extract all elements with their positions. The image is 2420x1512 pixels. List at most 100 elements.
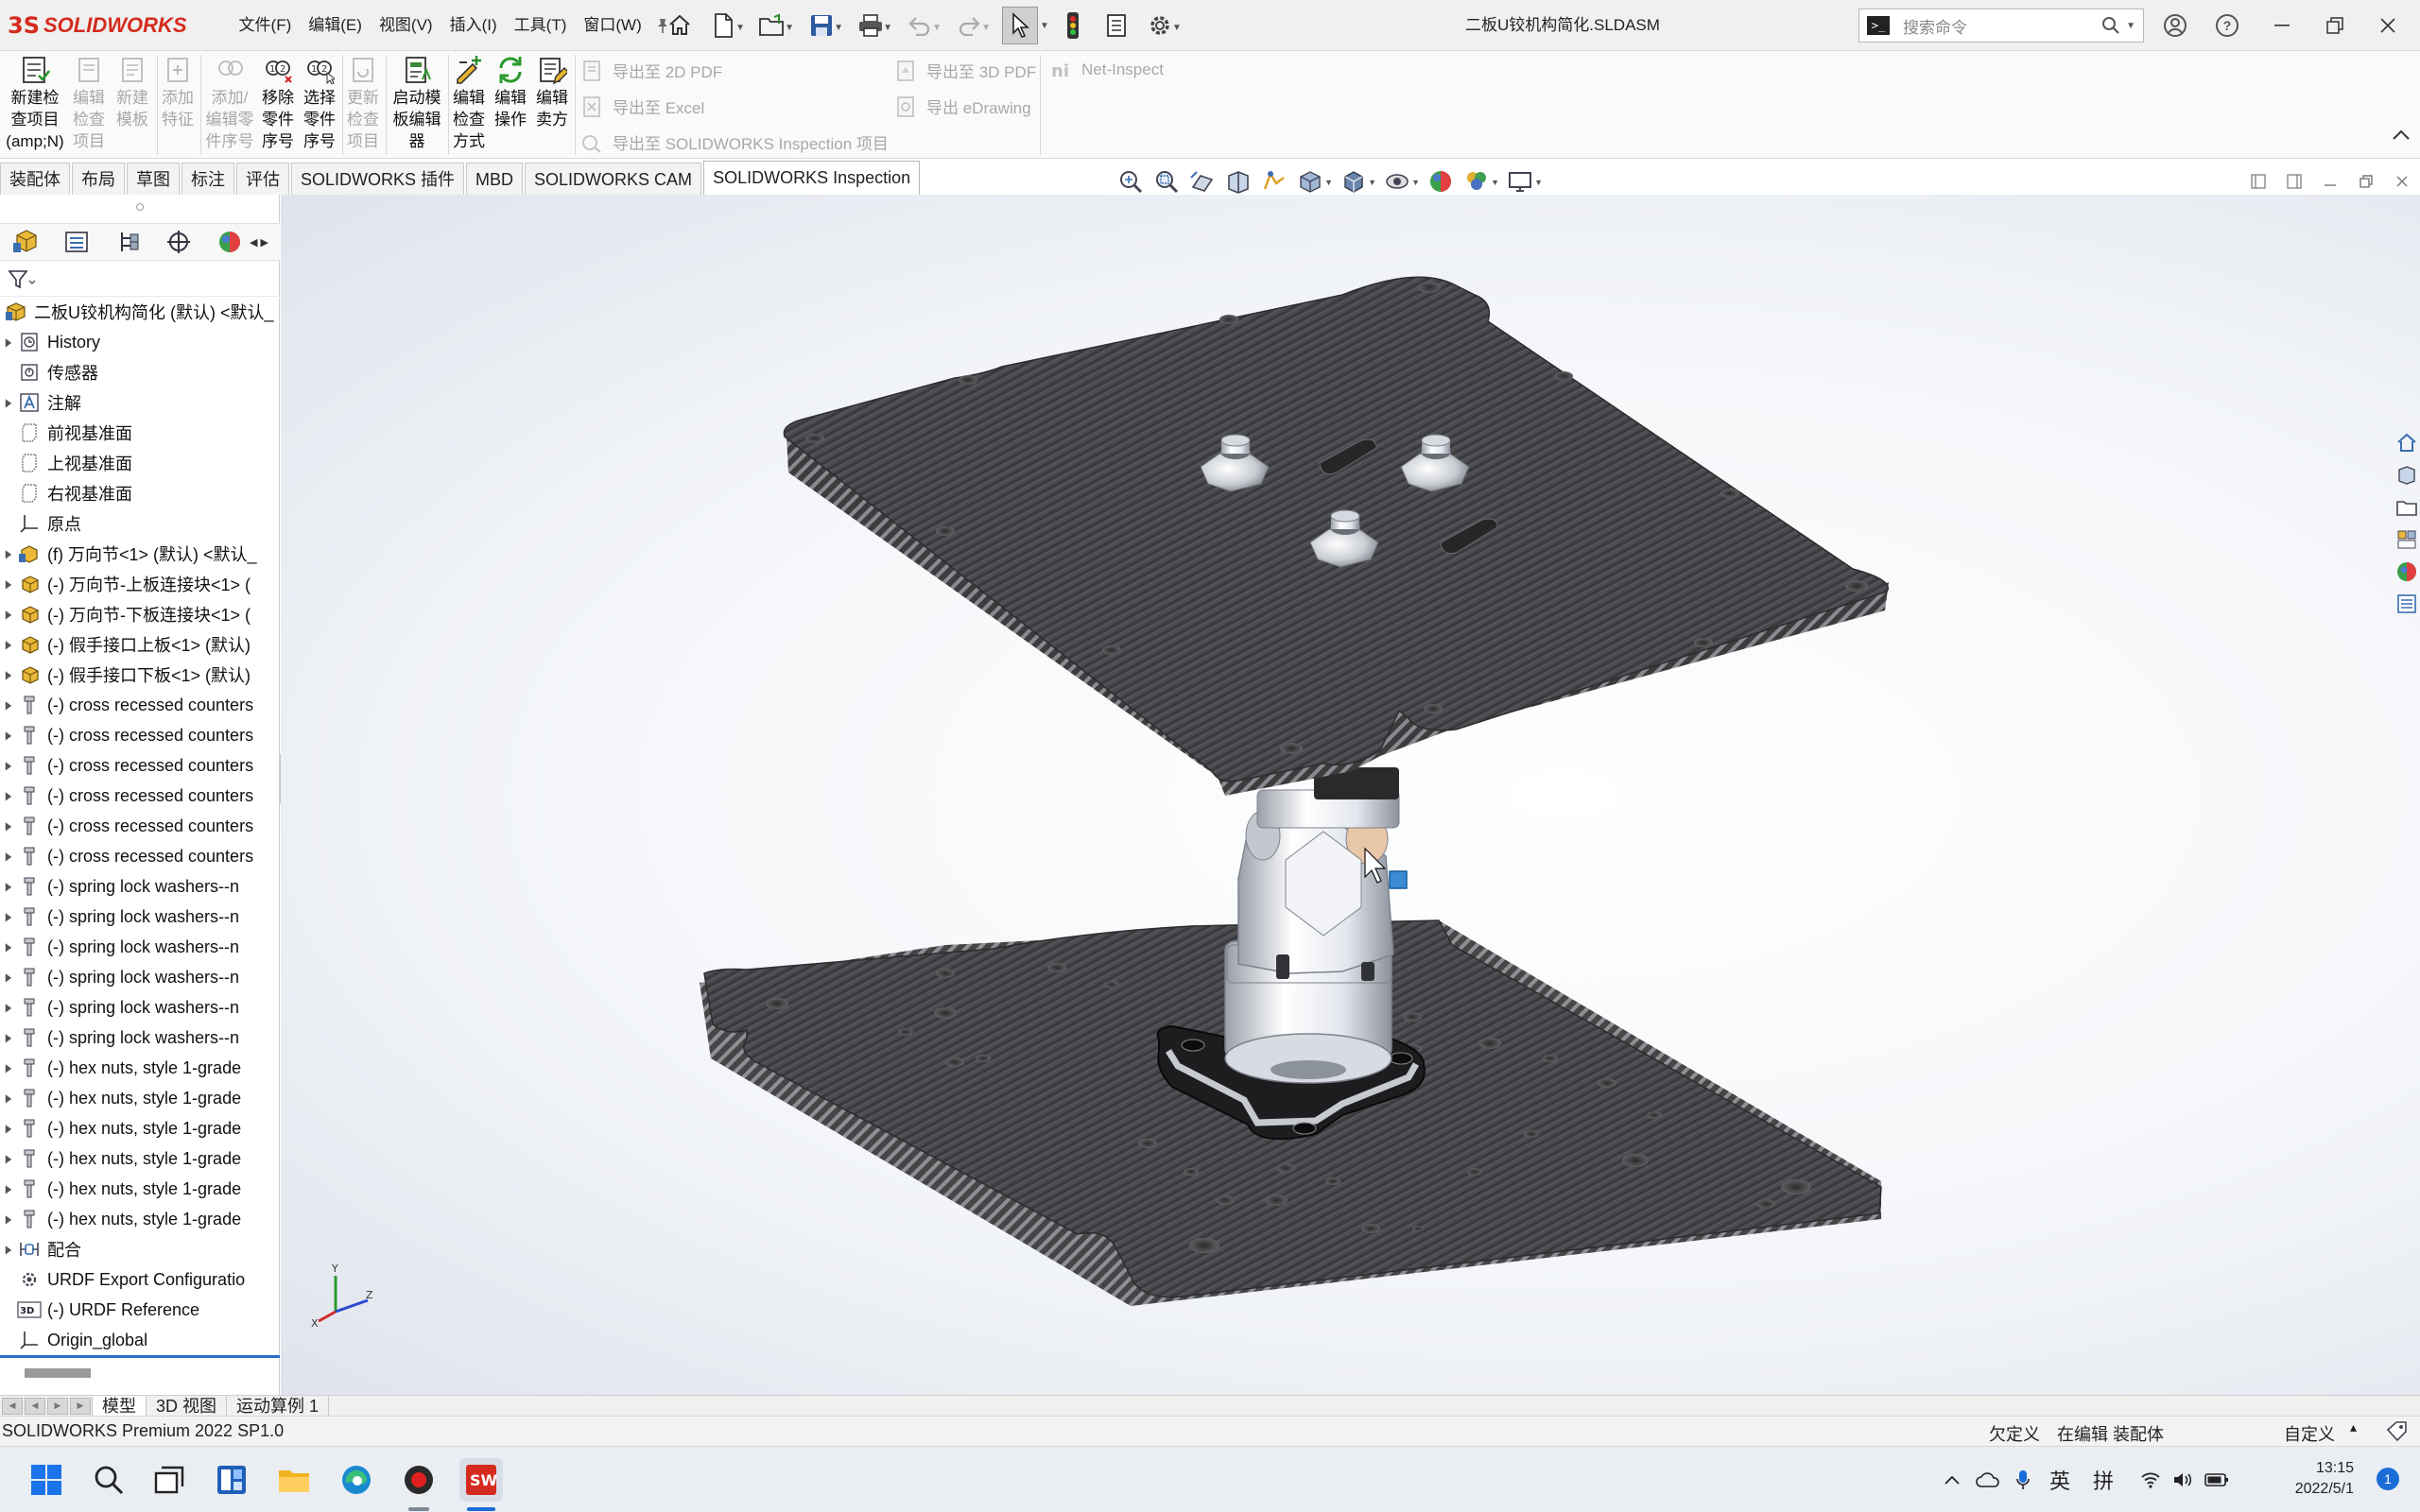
- tree-root-assembly[interactable]: 二板U铰机构简化 (默认) <默认_: [0, 297, 280, 327]
- doc-minimize-button[interactable]: [2312, 168, 2348, 195]
- tab-addins[interactable]: SOLIDWORKS 插件: [291, 163, 465, 195]
- search-commands-field[interactable]: >_ 搜索命令 ▼: [1858, 9, 2144, 43]
- battery-icon[interactable]: [2204, 1472, 2229, 1487]
- edit-operations-button[interactable]: 编辑 操作: [492, 55, 529, 130]
- hide-show-items-icon[interactable]: ▼: [1382, 166, 1420, 197]
- tree-item-origin[interactable]: 原点: [0, 508, 280, 539]
- menu-tools[interactable]: 工具(T): [506, 0, 576, 51]
- tree-item-toolbox[interactable]: ▶ (-) cross recessed counters: [0, 841, 280, 871]
- view-orientation-icon[interactable]: ▼: [1295, 166, 1333, 197]
- new-inspection-button[interactable]: 新建检 查项目 (amp;N): [6, 55, 64, 152]
- tree-item-annotation[interactable]: ▶ 注解: [0, 387, 280, 418]
- restore-button[interactable]: [2308, 0, 2361, 51]
- close-button[interactable]: [2361, 0, 2414, 51]
- tree-item-urdf-config[interactable]: URDF Export Configuratio: [0, 1264, 280, 1295]
- expand-arrow-icon[interactable]: ▶: [3, 1001, 15, 1014]
- expand-arrow-icon[interactable]: ▶: [3, 396, 15, 409]
- tab-navigation-arrows[interactable]: ◀ ◀ ▶ ▶: [2, 1397, 93, 1415]
- print-icon[interactable]: ▼: [853, 7, 892, 44]
- task-view-icon[interactable]: [147, 1458, 191, 1502]
- display-style-icon[interactable]: ▼: [1339, 166, 1376, 197]
- expand-arrow-icon[interactable]: ▶: [3, 668, 15, 681]
- custom-properties-icon[interactable]: [2394, 588, 2419, 620]
- expand-arrow-icon[interactable]: ▶: [3, 759, 15, 772]
- menu-insert[interactable]: 插入(I): [441, 0, 506, 51]
- expand-arrow-icon[interactable]: ▶: [3, 638, 15, 651]
- last-tab-arrow[interactable]: ▶: [70, 1397, 91, 1415]
- add-balloon-button[interactable]: 添加/ 编辑零 件序号: [202, 55, 257, 152]
- expand-arrow-icon[interactable]: ▶: [3, 850, 15, 863]
- expand-arrow-icon[interactable]: ▶: [3, 1243, 15, 1256]
- panel-grip[interactable]: [0, 195, 279, 219]
- configurationmanager-icon[interactable]: [102, 224, 153, 260]
- expand-arrow-icon[interactable]: ▶: [3, 608, 15, 621]
- search-icon[interactable]: [2101, 16, 2120, 35]
- export-3d-pdf-button[interactable]: 导出至 3D PDF: [894, 59, 1036, 82]
- export-edrawing-button[interactable]: 导出 eDrawing: [894, 94, 1031, 118]
- add-feature-button[interactable]: 添加 特征: [159, 55, 197, 130]
- export-excel-button[interactable]: 导出至 Excel: [580, 94, 704, 118]
- tree-item-toolbox[interactable]: ▶ (-) hex nuts, style 1-grade: [0, 1143, 280, 1174]
- expand-arrow-icon[interactable]: ▶: [3, 698, 15, 712]
- tab-layout[interactable]: 布局: [72, 163, 125, 195]
- tree-filter[interactable]: [0, 263, 280, 297]
- tree-item-toolbox[interactable]: ▶ (-) hex nuts, style 1-grade: [0, 1053, 280, 1083]
- tree-item-mates[interactable]: ▶ 配合: [0, 1234, 280, 1264]
- notification-badge[interactable]: 1: [2377, 1468, 2399, 1490]
- displaymanager-icon[interactable]: [204, 224, 255, 260]
- tab-sketch[interactable]: 草图: [127, 163, 180, 195]
- tree-item-toolbox[interactable]: ▶ (-) spring lock washers--n: [0, 992, 280, 1022]
- tab-model[interactable]: 模型: [92, 1395, 147, 1417]
- tab-markup[interactable]: 标注: [182, 163, 234, 195]
- first-tab-arrow[interactable]: ◀: [2, 1397, 23, 1415]
- update-inspection-button[interactable]: 更新 检查 项目: [344, 55, 382, 152]
- expand-arrow-icon[interactable]: ▶: [3, 1061, 15, 1074]
- next-tab-arrow[interactable]: ▶: [47, 1397, 68, 1415]
- tree-item-toolbox[interactable]: ▶ (-) cross recessed counters: [0, 811, 280, 841]
- view-settings-icon[interactable]: ▼: [1505, 166, 1543, 197]
- doc-close-button[interactable]: [2384, 168, 2420, 195]
- zoom-to-fit-icon[interactable]: [1115, 166, 1146, 197]
- filter-icon[interactable]: [8, 269, 36, 290]
- tree-item-sensor[interactable]: 传感器: [0, 357, 280, 387]
- recorder-app-icon[interactable]: [397, 1458, 441, 1502]
- system-clock[interactable]: 13:15 2022/5/1: [2295, 1458, 2354, 1500]
- tab-motion-study[interactable]: 运动算例 1: [226, 1395, 330, 1417]
- tab-cam[interactable]: SOLIDWORKS CAM: [525, 163, 702, 195]
- tree-horizontal-scrollbar[interactable]: [0, 1363, 280, 1383]
- view-palette-icon[interactable]: [2394, 524, 2419, 556]
- new-template-button[interactable]: 新建 模板: [112, 55, 153, 130]
- redo-icon[interactable]: ▼: [951, 7, 991, 44]
- edit-inspection-button[interactable]: 编辑 检查 项目: [70, 55, 108, 152]
- tree-item-part[interactable]: ▶ (-) 假手接口下板<1> (默认): [0, 660, 280, 690]
- design-library-icon[interactable]: [2394, 459, 2419, 491]
- viewport-split-icon[interactable]: [2276, 168, 2312, 195]
- tree-item-part[interactable]: ▶ (-) 万向节-下板连接块<1> (: [0, 599, 280, 629]
- dimxpert-icon[interactable]: [153, 224, 204, 260]
- tree-item-toolbox[interactable]: ▶ (-) cross recessed counters: [0, 750, 280, 781]
- expand-arrow-icon[interactable]: ▶: [3, 880, 15, 893]
- tab-3d-views[interactable]: 3D 视图: [146, 1395, 228, 1417]
- widgets-icon[interactable]: [210, 1458, 253, 1502]
- home-icon[interactable]: [662, 7, 698, 44]
- assembly-3d-model[interactable]: [281, 195, 2420, 1397]
- edit-appearance-icon[interactable]: [1426, 166, 1456, 197]
- menu-window[interactable]: 窗口(W): [575, 0, 649, 51]
- expand-arrow-icon[interactable]: ▶: [3, 577, 15, 591]
- tab-inspection[interactable]: SOLIDWORKS Inspection: [703, 161, 921, 195]
- net-inspect-button[interactable]: ni Net-Inspect: [1049, 59, 1164, 81]
- tab-evaluate[interactable]: 评估: [236, 163, 289, 195]
- options-gear-icon[interactable]: ▼: [1142, 7, 1182, 44]
- universal-joint[interactable]: [1224, 767, 1408, 1084]
- rebuild-traffic-light-icon[interactable]: [1055, 7, 1091, 44]
- expand-arrow-icon[interactable]: ▶: [3, 1212, 15, 1226]
- doc-restore-button[interactable]: [2348, 168, 2384, 195]
- select-pointer-icon[interactable]: [1002, 7, 1038, 44]
- wifi-icon[interactable]: [2140, 1471, 2161, 1488]
- tree-item-toolbox[interactable]: ▶ (-) spring lock washers--n: [0, 1022, 280, 1053]
- tree-item-toolbox[interactable]: ▶ (-) spring lock washers--n: [0, 962, 280, 992]
- units-selector[interactable]: 自定义: [2284, 1421, 2335, 1446]
- menu-edit[interactable]: 编辑(E): [300, 0, 371, 51]
- user-account-icon[interactable]: [2152, 0, 2199, 51]
- expand-arrow-icon[interactable]: ▶: [3, 789, 15, 802]
